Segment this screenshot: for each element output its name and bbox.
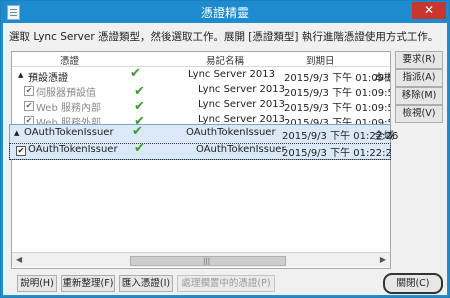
scrollbar-thumb[interactable]: ||| — [130, 256, 286, 266]
check-icon: ✔ — [134, 99, 145, 114]
group-row-oauth[interactable]: ▲ OAuthTokenIssuer ✔ OAuthTokenIssuer 20… — [10, 124, 398, 142]
certificate-list[interactable]: 憑證 易記名稱 到期日 ▲ 預設憑證 ✔ Lync Server 2013 20… — [11, 51, 391, 269]
assign-button[interactable]: 指派(A) — [395, 69, 443, 87]
cert-name: 預設憑證 — [28, 73, 68, 84]
window-close-button[interactable]: ✕ — [412, 2, 446, 19]
checkbox[interactable]: ✔ — [24, 86, 34, 96]
focus-rectangle — [9, 143, 391, 160]
cert-row[interactable]: ✔ Web 服務內部 ✔ Lync Server 2013 2015/9/3 下… — [12, 99, 391, 114]
title-bar[interactable]: 憑證精靈 ✕ — [1, 1, 449, 23]
close-button[interactable]: 關閉(C) — [383, 273, 443, 294]
import-certificate-button[interactable]: 匯入憑證(I) — [119, 275, 173, 292]
header-friendly-name[interactable]: 易記名稱 — [206, 53, 244, 67]
cert-name: Web 服務內部 — [36, 103, 101, 114]
checkbox[interactable]: ✔ — [24, 101, 34, 111]
check-icon: ✔ — [134, 84, 145, 99]
list-headers: 憑證 易記名稱 到期日 — [12, 52, 390, 67]
group-row-default-certificate[interactable]: ▲ 預設憑證 ✔ Lync Server 2013 2015/9/3 下午 01… — [12, 66, 390, 84]
request-button[interactable]: 要求(R) — [395, 51, 443, 69]
header-certificate[interactable]: 憑證 — [60, 53, 79, 67]
instructions-text: 選取 Lync Server 憑證類型，然後選取工作。展開 [憑證類型] 執行進… — [9, 31, 439, 43]
scroll-right-icon[interactable]: ▶ — [380, 255, 386, 264]
process-pending-certificate-button[interactable]: 處理擱置中的憑證(P) — [177, 275, 275, 292]
cert-row[interactable]: ✔ 伺服器預設值 ✔ Lync Server 2013 2015/9/3 下午 … — [12, 84, 391, 99]
location: 本機 — [374, 73, 390, 84]
scroll-left-icon[interactable]: ◀ — [16, 255, 22, 264]
dialog-body: 選取 Lync Server 憑證類型，然後選取工作。展開 [憑證類型] 執行進… — [3, 23, 447, 295]
location: 全域 — [374, 131, 394, 142]
horizontal-scrollbar[interactable]: ◀ ||| ▶ — [12, 252, 390, 267]
friendly-name: Lync Server 2013 — [198, 84, 286, 95]
header-expiry-date[interactable]: 到期日 — [306, 53, 335, 67]
expand-icon[interactable]: ▲ — [14, 129, 19, 137]
window-title: 憑證精靈 — [200, 6, 249, 20]
check-icon: ✔ — [132, 124, 143, 139]
check-icon: ✔ — [130, 66, 141, 81]
cert-name: 伺服器預設值 — [36, 88, 96, 99]
expand-icon[interactable]: ▲ — [18, 71, 23, 79]
remove-button[interactable]: 移除(M) — [395, 87, 443, 105]
friendly-name: OAuthTokenIssuer — [186, 127, 276, 138]
refresh-button[interactable]: 重新整理(F) — [61, 275, 115, 292]
cert-name: OAuthTokenIssuer — [24, 127, 114, 138]
expiry-date: 2015/9/3 下午 01:09:5 — [284, 88, 391, 99]
grip-icon: ||| — [203, 257, 211, 265]
friendly-name: Lync Server 2013 — [198, 99, 286, 110]
certificate-wizard-window: 憑證精靈 ✕ 選取 Lync Server 憑證類型，然後選取工作。展開 [憑證… — [0, 0, 450, 298]
friendly-name: Lync Server 2013 — [188, 69, 276, 80]
expiry-date: 2015/9/3 下午 01:09:5 — [284, 103, 391, 114]
help-button[interactable]: 說明(H) — [17, 275, 57, 292]
view-button[interactable]: 檢視(V) — [395, 105, 443, 123]
